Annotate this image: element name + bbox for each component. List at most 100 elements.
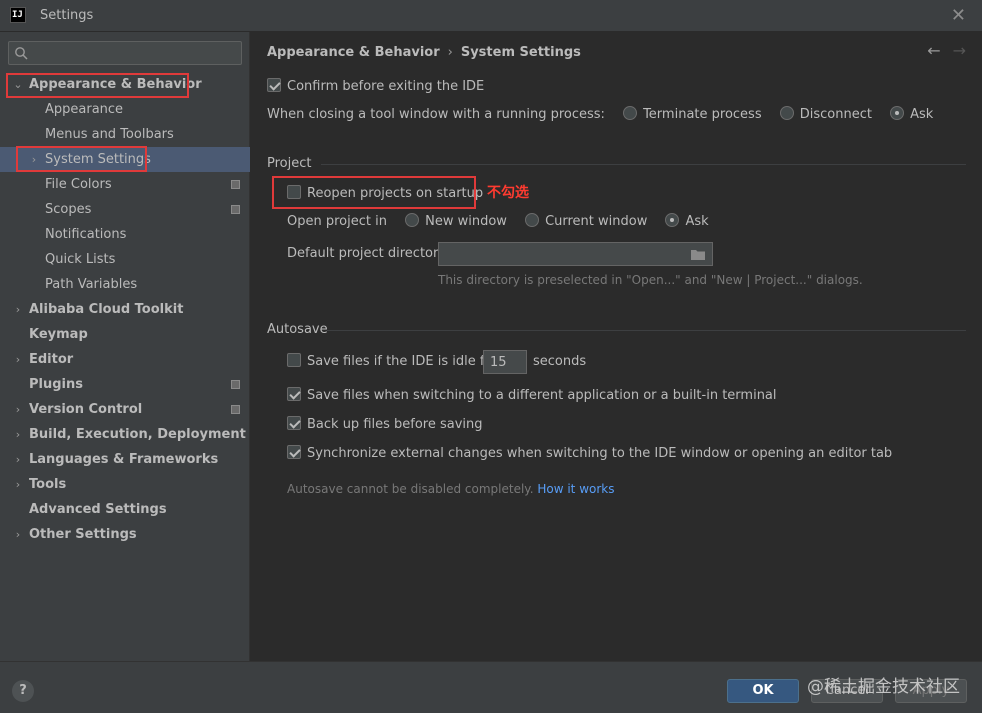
close-icon[interactable]: ✕ bbox=[951, 5, 966, 26]
save-idle-option: Save files if the IDE is idle for bbox=[287, 353, 498, 371]
sidebar-item-label: Editor bbox=[29, 352, 74, 367]
back-arrow-icon[interactable]: ← bbox=[927, 41, 940, 60]
backup-files-option[interactable]: Back up files before saving bbox=[287, 416, 483, 434]
ask-radio[interactable] bbox=[890, 106, 905, 120]
sidebar-item-other-settings[interactable]: › Other Settings bbox=[0, 522, 250, 547]
disconnect-option[interactable]: Disconnect bbox=[779, 106, 872, 122]
save-idle-checkbox[interactable] bbox=[287, 353, 301, 367]
sidebar-item-label: Other Settings bbox=[29, 527, 137, 542]
confirm-exit-option[interactable]: Confirm before exiting the IDE bbox=[267, 78, 484, 96]
sidebar-item-label: System Settings bbox=[45, 152, 151, 167]
sidebar-item-path-variables[interactable]: Path Variables bbox=[0, 272, 250, 297]
reopen-projects-option[interactable]: Reopen projects on startup bbox=[287, 185, 483, 203]
terminate-process-option[interactable]: Terminate process bbox=[623, 106, 762, 122]
confirm-exit-label: Confirm before exiting the IDE bbox=[287, 79, 485, 94]
chevron-right-icon[interactable]: › bbox=[13, 472, 23, 497]
reopen-projects-checkbox[interactable] bbox=[287, 185, 301, 199]
sync-external-option[interactable]: Synchronize external changes when switch… bbox=[287, 445, 892, 463]
open-project-in-label: Open project in bbox=[287, 214, 387, 229]
current-window-radio[interactable] bbox=[525, 213, 540, 227]
forward-arrow-icon[interactable]: → bbox=[953, 41, 966, 60]
confirm-exit-checkbox[interactable] bbox=[267, 78, 281, 92]
help-icon[interactable]: ? bbox=[12, 680, 34, 702]
closing-tool-window-row: When closing a tool window with a runnin… bbox=[267, 106, 933, 124]
chevron-right-icon[interactable]: › bbox=[13, 297, 23, 322]
current-window-option[interactable]: Current window bbox=[525, 213, 648, 229]
sidebar-item-advanced-settings[interactable]: Advanced Settings bbox=[0, 497, 250, 522]
sidebar-item-appearance[interactable]: Appearance bbox=[0, 97, 250, 122]
default-project-dir-field[interactable] bbox=[438, 242, 713, 266]
chevron-right-icon[interactable]: › bbox=[13, 447, 23, 472]
sidebar-item-keymap[interactable]: Keymap bbox=[0, 322, 250, 347]
project-scope-icon bbox=[231, 205, 240, 214]
sidebar-item-label: Tools bbox=[29, 477, 67, 492]
sidebar-item-label: File Colors bbox=[45, 177, 112, 192]
closing-label: When closing a tool window with a runnin… bbox=[267, 107, 605, 122]
sidebar-item-label: Notifications bbox=[45, 227, 127, 242]
save-on-switch-option[interactable]: Save files when switching to a different… bbox=[287, 387, 777, 405]
sidebar-item-tools[interactable]: › Tools bbox=[0, 472, 250, 497]
folder-icon[interactable] bbox=[690, 248, 706, 261]
terminate-process-radio[interactable] bbox=[623, 106, 638, 120]
sidebar-item-file-colors[interactable]: File Colors bbox=[0, 172, 250, 197]
sidebar-item-label: Path Variables bbox=[45, 277, 138, 292]
chevron-right-icon[interactable]: › bbox=[13, 522, 23, 547]
window-title: Settings bbox=[40, 8, 94, 23]
save-on-switch-label: Save files when switching to a different… bbox=[307, 388, 777, 403]
sidebar-item-appearance-behavior[interactable]: ⌄ Appearance & Behavior bbox=[0, 72, 250, 97]
chevron-down-icon[interactable]: ⌄ bbox=[13, 72, 23, 97]
section-divider bbox=[321, 164, 966, 165]
sidebar-item-label: Advanced Settings bbox=[29, 502, 167, 517]
search-input[interactable] bbox=[33, 44, 233, 62]
new-window-radio[interactable] bbox=[405, 213, 420, 227]
autosave-note: Autosave cannot be disabled completely. … bbox=[287, 482, 614, 496]
default-project-dir-input[interactable] bbox=[439, 243, 712, 265]
ask-radio[interactable] bbox=[665, 213, 680, 227]
sidebar-item-quick-lists[interactable]: Quick Lists bbox=[0, 247, 250, 272]
breadcrumb-parent[interactable]: Appearance & Behavior bbox=[267, 45, 440, 60]
open-project-in-row: Open project in New window Current windo… bbox=[287, 213, 709, 231]
sidebar-item-system-settings[interactable]: › System Settings bbox=[0, 147, 250, 172]
ask-option[interactable]: Ask bbox=[890, 106, 934, 122]
ok-button[interactable]: OK bbox=[727, 679, 799, 703]
breadcrumb: Appearance & Behavior › System Settings bbox=[267, 45, 581, 60]
sidebar-item-label: Appearance & Behavior bbox=[29, 77, 202, 92]
search-icon bbox=[15, 47, 28, 60]
chevron-right-icon[interactable]: › bbox=[13, 422, 23, 447]
how-it-works-link[interactable]: How it works bbox=[537, 482, 614, 496]
sidebar-item-plugins[interactable]: Plugins bbox=[0, 372, 250, 397]
new-window-option[interactable]: New window bbox=[405, 213, 507, 229]
disconnect-radio[interactable] bbox=[779, 106, 794, 120]
sidebar-item-menus-toolbars[interactable]: Menus and Toolbars bbox=[0, 122, 250, 147]
sidebar-item-label: Languages & Frameworks bbox=[29, 452, 219, 467]
sidebar-item-version-control[interactable]: › Version Control bbox=[0, 397, 250, 422]
breadcrumb-current: System Settings bbox=[460, 45, 581, 60]
settings-search[interactable] bbox=[8, 41, 242, 65]
radio-label: Ask bbox=[910, 107, 934, 122]
sidebar-item-build-execution-deployment[interactable]: › Build, Execution, Deployment bbox=[0, 422, 250, 447]
radio-label: Current window bbox=[545, 214, 648, 229]
sidebar-item-editor[interactable]: › Editor bbox=[0, 347, 250, 372]
chevron-right-icon[interactable]: › bbox=[13, 347, 23, 372]
backup-files-checkbox[interactable] bbox=[287, 416, 301, 430]
save-on-switch-checkbox[interactable] bbox=[287, 387, 301, 401]
chevron-right-icon[interactable]: › bbox=[13, 397, 23, 422]
sidebar-item-label: Appearance bbox=[45, 102, 124, 117]
chevron-right-icon[interactable]: › bbox=[29, 147, 39, 172]
history-nav: ← → bbox=[915, 41, 966, 60]
project-scope-icon bbox=[231, 380, 240, 389]
sidebar-item-notifications[interactable]: Notifications bbox=[0, 222, 250, 247]
radio-label: Terminate process bbox=[643, 107, 762, 122]
autosave-section-title: Autosave bbox=[267, 322, 328, 337]
annotation-note: 不勾选 bbox=[487, 185, 529, 201]
sync-external-checkbox[interactable] bbox=[287, 445, 301, 459]
idle-seconds-input[interactable] bbox=[484, 351, 526, 373]
sidebar-item-alibaba-cloud-toolkit[interactable]: › Alibaba Cloud Toolkit bbox=[0, 297, 250, 322]
reopen-projects-label: Reopen projects on startup bbox=[307, 186, 484, 201]
sidebar-item-scopes[interactable]: Scopes bbox=[0, 197, 250, 222]
idle-seconds-field[interactable] bbox=[483, 350, 527, 374]
sidebar-item-languages-frameworks[interactable]: › Languages & Frameworks bbox=[0, 447, 250, 472]
ask-option[interactable]: Ask bbox=[665, 213, 709, 229]
save-idle-label: Save files if the IDE is idle for bbox=[307, 354, 498, 369]
sidebar-item-label: Menus and Toolbars bbox=[45, 127, 174, 142]
